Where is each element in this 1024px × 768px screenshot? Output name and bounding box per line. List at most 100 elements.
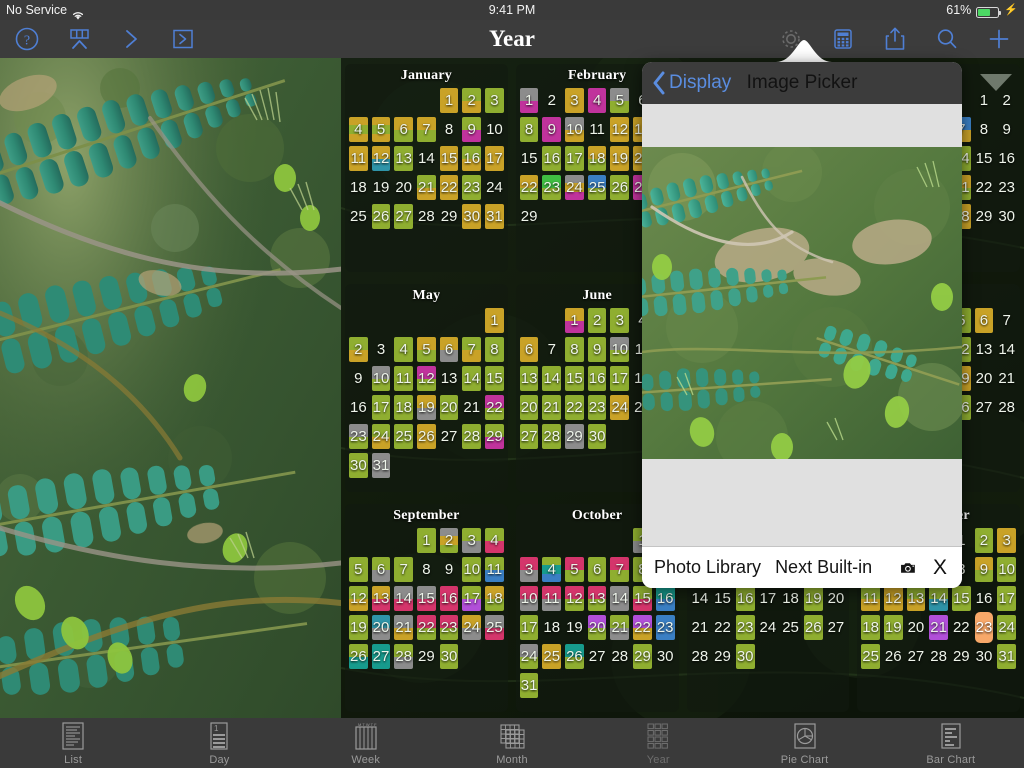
day-cell[interactable]: 26: [882, 643, 905, 670]
day-cell[interactable]: 23: [995, 174, 1018, 201]
day-cell[interactable]: 12: [415, 365, 438, 392]
day-cell[interactable]: 20: [586, 614, 609, 641]
day-cell[interactable]: 6: [370, 556, 393, 583]
day-cell[interactable]: 17: [460, 585, 483, 612]
day-cell[interactable]: 7: [392, 556, 415, 583]
day-cell[interactable]: 30: [460, 203, 483, 230]
day-cell[interactable]: 28: [689, 643, 712, 670]
day-cell[interactable]: 29: [563, 423, 586, 450]
day-cell[interactable]: 21: [540, 394, 563, 421]
day-cell[interactable]: 20: [518, 394, 541, 421]
day-cell[interactable]: 16: [654, 585, 677, 612]
tab-year[interactable]: Year: [585, 718, 731, 768]
day-cell[interactable]: 3: [518, 556, 541, 583]
day-cell[interactable]: 9: [347, 365, 370, 392]
next-builtin-button[interactable]: Next Built-in: [775, 557, 872, 578]
day-cell[interactable]: 6: [438, 336, 461, 363]
day-cell[interactable]: 8: [438, 116, 461, 143]
day-cell[interactable]: 27: [518, 423, 541, 450]
day-cell[interactable]: 26: [370, 203, 393, 230]
day-cell[interactable]: 6: [518, 336, 541, 363]
day-cell[interactable]: 13: [586, 585, 609, 612]
day-cell[interactable]: 15: [518, 145, 541, 172]
day-cell[interactable]: 8: [973, 116, 996, 143]
day-cell[interactable]: 31: [370, 452, 393, 479]
day-cell[interactable]: 22: [973, 174, 996, 201]
month-january[interactable]: January 1 2 3 4 5 6 7 8 9 10 11 12 13 14 15 16 17 18 19 20 21…: [345, 64, 508, 272]
day-cell[interactable]: 11: [859, 585, 882, 612]
day-cell[interactable]: 7: [608, 556, 631, 583]
day-cell[interactable]: 23: [540, 174, 563, 201]
day-cell[interactable]: 4: [483, 527, 506, 554]
day-cell[interactable]: 17: [563, 145, 586, 172]
day-cell[interactable]: 22: [438, 174, 461, 201]
day-cell[interactable]: 26: [563, 643, 586, 670]
day-cell[interactable]: 7: [995, 307, 1018, 334]
day-cell[interactable]: 9: [540, 116, 563, 143]
plus-icon[interactable]: [984, 24, 1014, 54]
day-cell[interactable]: 12: [882, 585, 905, 612]
day-cell[interactable]: 16: [734, 585, 757, 612]
day-cell[interactable]: 24: [370, 423, 393, 450]
day-cell[interactable]: 30: [347, 452, 370, 479]
day-cell[interactable]: 18: [483, 585, 506, 612]
day-cell[interactable]: 3: [563, 87, 586, 114]
day-cell[interactable]: 29: [518, 203, 541, 230]
day-cell[interactable]: 9: [438, 556, 461, 583]
day-cell[interactable]: 16: [973, 585, 996, 612]
day-cell[interactable]: 5: [370, 116, 393, 143]
day-cell[interactable]: 23: [734, 614, 757, 641]
day-cell[interactable]: 16: [438, 585, 461, 612]
day-cell[interactable]: 9: [586, 336, 609, 363]
day-cell[interactable]: 15: [438, 145, 461, 172]
day-cell[interactable]: 13: [438, 365, 461, 392]
day-cell[interactable]: 17: [757, 585, 780, 612]
day-cell[interactable]: 16: [460, 145, 483, 172]
popover-back-button[interactable]: Display: [652, 71, 731, 95]
day-cell[interactable]: 23: [460, 174, 483, 201]
day-cell[interactable]: 20: [905, 614, 928, 641]
day-cell[interactable]: 1: [438, 87, 461, 114]
day-cell[interactable]: 27: [973, 394, 996, 421]
image-preview[interactable]: [642, 147, 962, 459]
day-cell[interactable]: 7: [540, 336, 563, 363]
day-cell[interactable]: 30: [734, 643, 757, 670]
day-cell[interactable]: 14: [392, 585, 415, 612]
tab-month[interactable]: Month: [439, 718, 585, 768]
day-cell[interactable]: 17: [995, 585, 1018, 612]
day-cell[interactable]: 10: [563, 116, 586, 143]
day-cell[interactable]: 8: [483, 336, 506, 363]
day-cell[interactable]: 24: [563, 174, 586, 201]
day-cell[interactable]: 24: [483, 174, 506, 201]
day-cell[interactable]: 10: [995, 556, 1018, 583]
day-cell[interactable]: 4: [347, 116, 370, 143]
day-cell[interactable]: 22: [711, 614, 734, 641]
day-cell[interactable]: 11: [347, 145, 370, 172]
day-cell[interactable]: 21: [608, 614, 631, 641]
day-cell[interactable]: 27: [825, 614, 848, 641]
day-cell[interactable]: 28: [540, 423, 563, 450]
day-cell[interactable]: 30: [995, 203, 1018, 230]
day-cell[interactable]: 5: [415, 336, 438, 363]
day-cell[interactable]: 18: [586, 145, 609, 172]
day-cell[interactable]: 9: [995, 116, 1018, 143]
close-button[interactable]: X: [930, 556, 950, 580]
month-september[interactable]: September 1 2 3 4 5 6 7 8 9 10 11 12 13 14 15 16 17 18 19 20…: [345, 504, 508, 712]
day-cell[interactable]: 10: [518, 585, 541, 612]
day-cell[interactable]: 27: [438, 423, 461, 450]
day-cell[interactable]: 20: [392, 174, 415, 201]
photo-preview-pane[interactable]: [0, 58, 341, 718]
day-cell[interactable]: 30: [654, 643, 677, 670]
day-cell[interactable]: 13: [518, 365, 541, 392]
day-cell[interactable]: 20: [438, 394, 461, 421]
day-cell[interactable]: 19: [563, 614, 586, 641]
day-cell[interactable]: 4: [586, 87, 609, 114]
day-cell[interactable]: 3: [460, 527, 483, 554]
day-cell[interactable]: 14: [540, 365, 563, 392]
day-cell[interactable]: 23: [654, 614, 677, 641]
day-cell[interactable]: 25: [859, 643, 882, 670]
day-cell[interactable]: 22: [950, 614, 973, 641]
day-cell[interactable]: 14: [460, 365, 483, 392]
day-cell[interactable]: 28: [995, 394, 1018, 421]
day-cell[interactable]: 14: [415, 145, 438, 172]
